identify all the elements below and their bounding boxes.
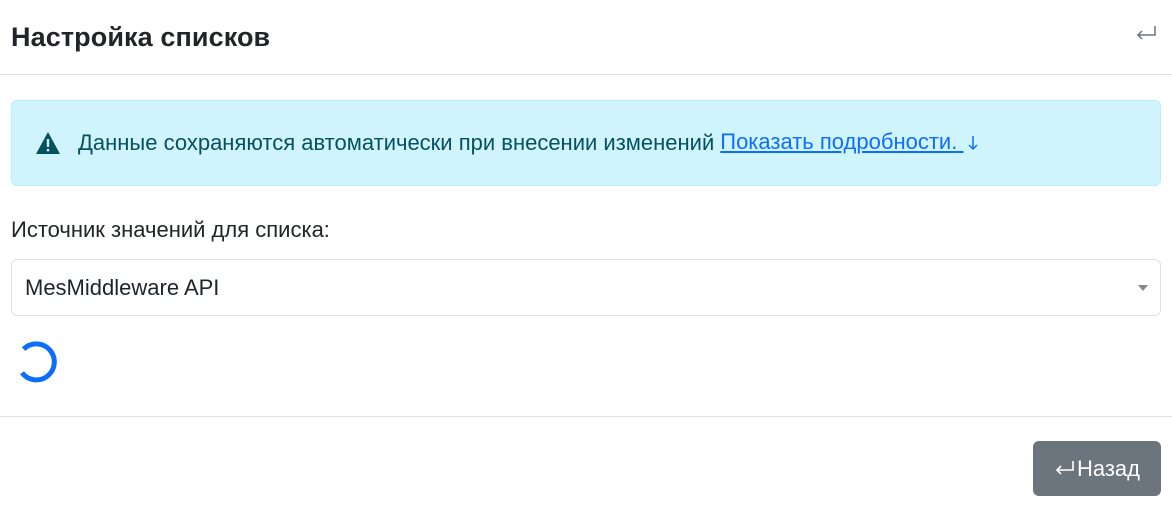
source-select[interactable]: MesMiddleware API bbox=[11, 259, 1161, 316]
show-details-link[interactable]: Показать подробности. bbox=[720, 129, 979, 156]
source-selected-value: MesMiddleware API bbox=[25, 274, 220, 300]
back-button-label: Назад bbox=[1076, 455, 1141, 481]
return-arrow-icon[interactable] bbox=[1132, 20, 1160, 48]
arrow-down-icon bbox=[967, 131, 979, 157]
footer-divider bbox=[0, 416, 1172, 417]
modal-body: Данные сохраняются автоматически при вне… bbox=[0, 75, 1172, 385]
spinner-icon bbox=[14, 339, 60, 385]
modal-header: Настройка списков bbox=[0, 0, 1172, 75]
alert-text: Данные сохраняются автоматически при вне… bbox=[78, 130, 715, 155]
warning-triangle-icon bbox=[35, 130, 61, 156]
modal-title: Настройка списков bbox=[11, 21, 271, 52]
list-settings-modal: Настройка списков Данные сохраняются авт… bbox=[0, 0, 1172, 509]
show-details-label: Показать подробности. bbox=[720, 129, 958, 155]
source-label: Источник значений для списка: bbox=[11, 217, 330, 242]
autosave-alert: Данные сохраняются автоматически при вне… bbox=[11, 100, 1161, 186]
return-arrow-icon bbox=[1054, 459, 1076, 479]
chevron-down-icon bbox=[1138, 284, 1148, 291]
back-button[interactable]: Назад bbox=[1033, 441, 1161, 496]
